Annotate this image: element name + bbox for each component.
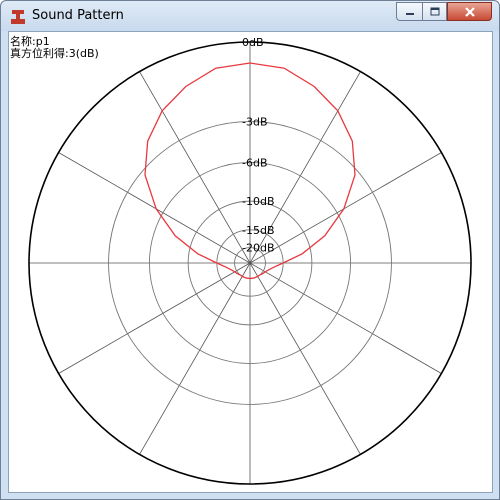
maximize-icon bbox=[430, 7, 439, 16]
app-speaker-icon bbox=[11, 10, 25, 24]
ring-db-label: 0dB bbox=[242, 36, 264, 49]
close-icon bbox=[464, 6, 475, 17]
ring-db-label: -3dB bbox=[242, 116, 268, 129]
client-area: 名称:p1 真方位利得:3(dB) 0dB -3dB -6dB -10dB -15dB -… bbox=[8, 31, 493, 493]
minimize-icon bbox=[405, 12, 414, 15]
ring-db-label: -6dB bbox=[242, 156, 268, 169]
close-button[interactable] bbox=[447, 2, 492, 21]
ring-db-label: -15dB bbox=[242, 224, 275, 237]
maximize-button[interactable] bbox=[422, 2, 447, 21]
sound-pattern-window: Sound Pattern 名称:p1 真方位利得:3(dB) 0dB -3dB -… bbox=[0, 0, 500, 500]
polar-pattern-chart: 0dB -3dB -6dB -10dB -15dB -20dB bbox=[28, 36, 472, 485]
window-title: Sound Pattern bbox=[32, 8, 124, 23]
minimize-button[interactable] bbox=[396, 2, 422, 21]
ring-db-label: -20dB bbox=[242, 242, 275, 255]
title-bar[interactable]: Sound Pattern bbox=[1, 1, 499, 31]
ring-db-label: -10dB bbox=[242, 195, 275, 208]
